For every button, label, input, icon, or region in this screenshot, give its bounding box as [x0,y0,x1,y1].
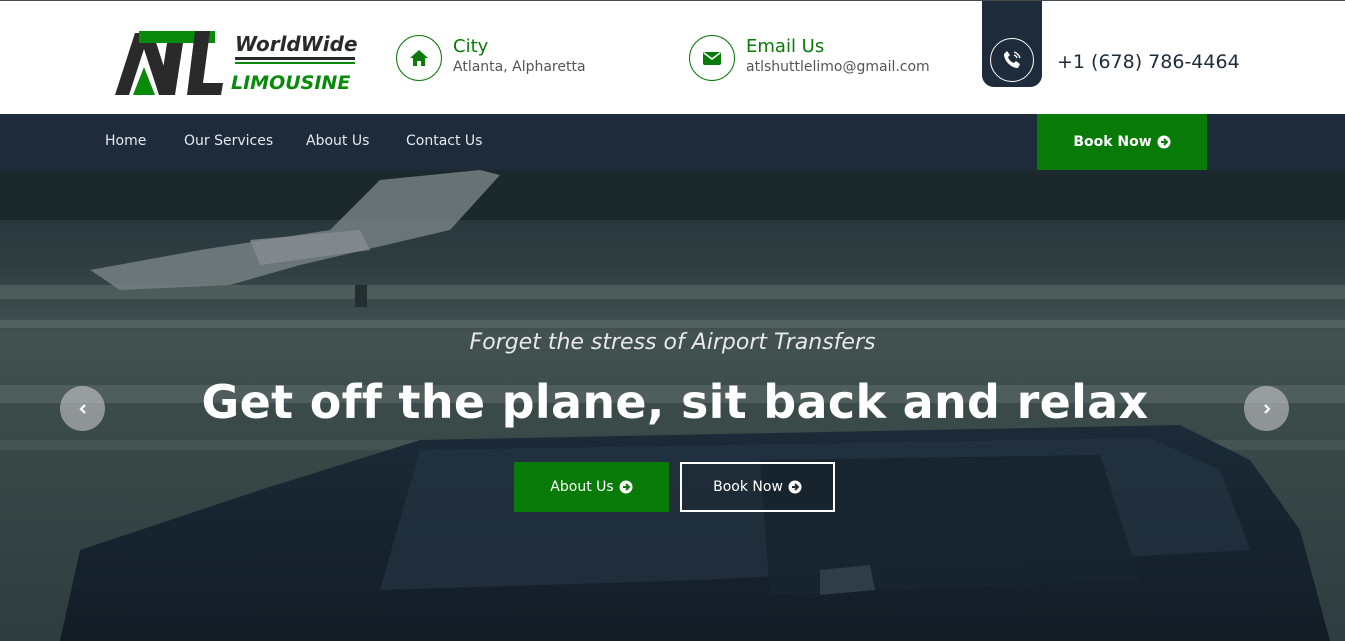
home-icon [396,35,442,81]
arrow-circle-right-icon [1157,135,1171,149]
hero-about-us-label: About Us [550,479,614,495]
city-value: Atlanta, Alpharetta [453,59,586,75]
email-value[interactable]: atlshuttlelimo@gmail.com [746,59,930,75]
hero-book-now-label: Book Now [713,479,783,495]
logo-line1: WorldWide [235,32,358,56]
phone-icon[interactable] [990,38,1034,82]
arrow-circle-right-icon [619,480,633,494]
slider-next-button[interactable] [1244,386,1289,431]
chevron-right-icon [1263,403,1271,414]
top-header: WorldWide LIMOUSINE City Atlanta, Alphar… [0,0,1345,114]
hero-about-us-button[interactable]: About Us [514,462,669,512]
slider-prev-button[interactable] [60,386,105,431]
arrow-circle-right-icon [788,480,802,494]
main-nav: Home Our Services About Us Contact Us Bo… [0,114,1345,170]
nav-book-now-button[interactable]: Book Now [1037,114,1207,170]
hero-slider: Forget the stress of Airport Transfers G… [0,170,1345,641]
city-info: City Atlanta, Alpharetta [396,35,656,81]
email-title: Email Us [746,36,825,57]
chevron-left-icon [78,403,86,414]
hero-book-now-button[interactable]: Book Now [680,462,835,512]
logo-line2: LIMOUSINE [231,72,350,94]
email-info: Email Us atlshuttlelimo@gmail.com [689,35,949,81]
nav-item-contact-us[interactable]: Contact Us [406,133,482,149]
site-logo[interactable]: WorldWide LIMOUSINE [113,27,363,99]
phone-tab [982,1,1042,87]
envelope-icon [689,35,735,81]
hero-subtitle: Forget the stress of Airport Transfers [469,330,876,355]
nav-book-now-label: Book Now [1073,134,1152,150]
phone-number[interactable]: +1 (678) 786-4464 [1057,51,1240,73]
hero-title: Get off the plane, sit back and relax [201,375,1149,429]
city-title: City [453,36,489,57]
nav-item-home[interactable]: Home [105,133,146,149]
nav-item-about-us[interactable]: About Us [306,133,369,149]
nav-item-our-services[interactable]: Our Services [184,133,273,149]
